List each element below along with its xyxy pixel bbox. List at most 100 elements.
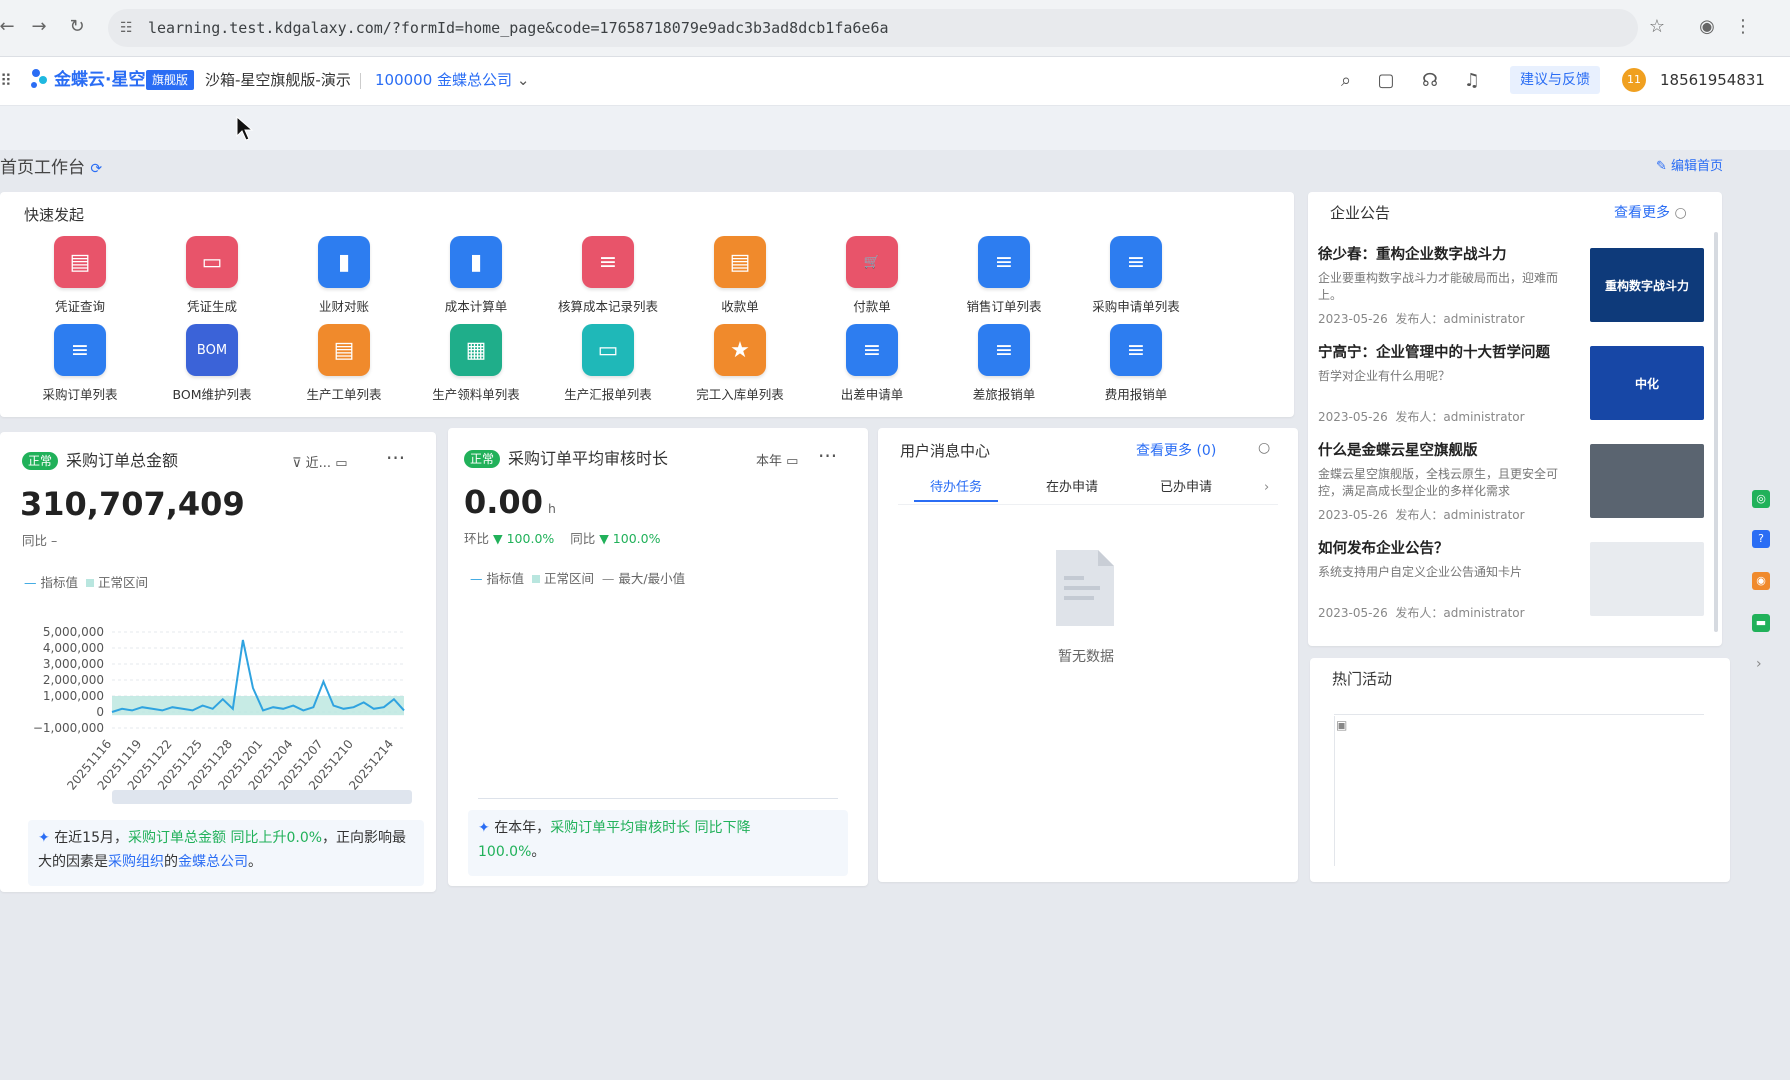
quick-launch-icon: ▮: [318, 236, 370, 288]
view-more-notices[interactable]: 查看更多 ○: [1614, 202, 1687, 222]
quick-launch-icon: ≡: [846, 324, 898, 376]
quick-launch-icon: ▤: [714, 236, 766, 288]
help-icon[interactable]: ?: [1752, 530, 1770, 548]
notice-item[interactable]: 徐少春：重构企业数字战斗力 企业要重构数字战斗力才能破局而出，迎难而上。 2023-…: [1314, 240, 1706, 332]
quick-launch-item[interactable]: ≡ 核算成本记录列表: [548, 236, 668, 320]
avatar[interactable]: 11: [1622, 68, 1646, 92]
quick-launch-item[interactable]: ▤ 凭证查询: [20, 236, 140, 320]
collapse-rail-icon[interactable]: ›: [1756, 656, 1762, 672]
bookmark-star-icon[interactable]: ☆: [1644, 14, 1670, 40]
quick-launch-item[interactable]: ≡ 费用报销单: [1076, 324, 1196, 408]
quick-launch-item[interactable]: ▮ 成本计算单: [416, 236, 536, 320]
quick-launch-item[interactable]: ▭ 生产汇报单列表: [548, 324, 668, 408]
scrollbar[interactable]: [1714, 232, 1718, 632]
quick-launch-item[interactable]: ≡ 出差申请单: [812, 324, 932, 408]
quick-launch-item[interactable]: ≡ 采购申请单列表: [1076, 236, 1196, 320]
edit-home-button[interactable]: ✎ 编辑首页: [1656, 156, 1723, 178]
feedback-button[interactable]: 建议与反馈: [1510, 66, 1600, 94]
insight-metric-link[interactable]: 采购订单总金额: [128, 830, 226, 846]
quick-launch-item[interactable]: ★ 完工入库单列表: [680, 324, 800, 408]
purchase-total-card: 正常 采购订单总金额 ⊽ 近... ▭ ··· 310,707,409 同比 –…: [0, 432, 436, 892]
app-grid-icon[interactable]: ⠿: [0, 71, 12, 90]
metric-filter[interactable]: ⊽ 近... ▭: [292, 452, 348, 471]
notice-item[interactable]: 宁高宁：企业管理中的十大哲学问题 哲学对企业有什么用呢？ 2023-05-26 发布…: [1314, 338, 1706, 430]
quick-launch-icon: ≡: [54, 324, 106, 376]
notice-thumbnail[interactable]: [1590, 444, 1704, 518]
back-icon[interactable]: ←: [0, 14, 20, 40]
forward-icon[interactable]: →: [26, 14, 52, 40]
y-tick-label: 3,000,000: [43, 657, 104, 671]
quick-launch-item[interactable]: ≡ 销售订单列表: [944, 236, 1064, 320]
y-tick-label: 2,000,000: [43, 673, 104, 687]
more-options-icon[interactable]: ···: [386, 446, 405, 470]
empty-document-icon: [1056, 550, 1114, 626]
notice-item-desc: 哲学对企业有什么用呢？: [1318, 369, 1451, 383]
message-icon[interactable]: ▢: [1374, 69, 1398, 93]
org-selector[interactable]: 100000 金蝶总公司 ⌄: [375, 67, 529, 93]
notice-thumbnail[interactable]: [1590, 542, 1704, 616]
legend-band-icon: [85, 579, 94, 587]
view-more-messages[interactable]: 查看更多 (0): [1136, 440, 1216, 460]
notice-date: 2023-05-26: [1318, 508, 1388, 522]
legend-band-icon: [531, 575, 540, 583]
tab-strip: [0, 106, 1790, 150]
insight-prefix: 在本年，: [494, 820, 551, 836]
more-options-icon[interactable]: ···: [818, 444, 837, 468]
address-bar[interactable]: ☷ learning.test.kdgalaxy.com/?formId=hom…: [108, 9, 1638, 47]
legend-normal: 正常区间: [97, 575, 148, 590]
service-icon[interactable]: ☊: [1418, 69, 1442, 93]
mouse-cursor-icon: [236, 116, 254, 141]
notice-date: 2023-05-26: [1318, 606, 1388, 620]
insight-box: ✦ 在本年，采购订单平均审核时长 同比下降 100.0%。: [468, 810, 848, 876]
quick-launch-item[interactable]: ▦ 生产领料单列表: [416, 324, 536, 408]
quick-launch-item[interactable]: ▤ 收款单: [680, 236, 800, 320]
profile-icon[interactable]: ◉: [1694, 14, 1720, 40]
metric-title: 采购订单总金额: [66, 451, 179, 470]
site-settings-icon[interactable]: ☷: [120, 20, 136, 36]
quick-launch-item[interactable]: ▭ 凭证生成: [152, 236, 272, 320]
service-chat-icon[interactable]: ◉: [1752, 572, 1770, 590]
sparkle-icon: ✦: [478, 820, 490, 836]
yoy-value: –: [51, 533, 58, 548]
quick-launch-label: 销售订单列表: [966, 299, 1042, 314]
broken-image-icon: ▣: [1336, 718, 1348, 732]
assistant-icon[interactable]: ◎: [1752, 490, 1770, 508]
quick-launch-label: 收款单: [721, 299, 759, 314]
message-center-card: 用户消息中心 查看更多 (0) ○ 待办任务 在办申请 已办申请 › 暂无数据: [878, 428, 1298, 882]
browser-menu-icon[interactable]: ⋮: [1730, 14, 1756, 40]
bell-icon[interactable]: ♫: [1460, 69, 1484, 93]
notice-thumbnail[interactable]: 重构数字战斗力: [1590, 248, 1704, 322]
quick-launch-item[interactable]: ▤ 生产工单列表: [284, 324, 404, 408]
reload-icon[interactable]: ↻: [64, 14, 90, 40]
notice-item-title[interactable]: 什么是金蝶云星空旗舰版: [1318, 440, 1478, 462]
quick-launch-item[interactable]: ≡ 差旅报销单: [944, 324, 1064, 408]
notice-item[interactable]: 如何发布企业公告？ 系统支持用户自定义企业公告通知卡片 2023-05-26 发布人…: [1314, 534, 1706, 626]
metric-filter[interactable]: 本年 ▭: [756, 450, 798, 469]
quick-launch-item[interactable]: BOM BOM维护列表: [152, 324, 272, 408]
insight-factor-link[interactable]: 采购组织: [108, 854, 164, 870]
quick-launch-item[interactable]: ▮ 业财对账: [284, 236, 404, 320]
insight-metric-link[interactable]: 采购订单平均审核时长: [550, 820, 690, 836]
tab-todo[interactable]: 待办任务: [914, 476, 999, 502]
status-badge: 正常: [464, 450, 501, 468]
notice-date: 2023-05-26: [1318, 312, 1388, 326]
metric-unit: h: [548, 501, 556, 516]
refresh-icon[interactable]: ○: [1258, 440, 1270, 456]
insight-entity-link[interactable]: 金蝶总公司: [178, 854, 248, 870]
notice-item-title[interactable]: 徐少春：重构企业数字战斗力: [1318, 244, 1507, 266]
quick-launch-item[interactable]: ≡ 采购订单列表: [20, 324, 140, 408]
message-bubble-icon[interactable]: ▬: [1752, 614, 1770, 632]
chart-zoom-slider[interactable]: [112, 790, 412, 804]
app-header: ⠿ 金蝶云·星空 旗舰版 沙箱-星空旗舰版-演示 100000 金蝶总公司 ⌄ …: [0, 57, 1790, 106]
notice-item-title[interactable]: 如何发布企业公告？: [1318, 538, 1449, 560]
tab-done[interactable]: 已办申请: [1160, 476, 1212, 500]
notice-item[interactable]: 什么是金蝶云星空旗舰版 金蝶云星空旗舰版，全栈云原生，且更安全可控，满足高成长型企…: [1314, 436, 1706, 528]
notice-thumbnail[interactable]: 中化: [1590, 346, 1704, 420]
chevron-right-icon[interactable]: ›: [1264, 476, 1269, 500]
quick-launch-item[interactable]: 🛒 付款单: [812, 236, 932, 320]
tab-in-progress[interactable]: 在办申请: [1046, 476, 1098, 500]
notice-item-title[interactable]: 宁高宁：企业管理中的十大哲学问题: [1318, 342, 1550, 364]
refresh-icon[interactable]: ⟳: [90, 161, 102, 177]
user-name[interactable]: 18561954831: [1660, 67, 1765, 93]
search-icon[interactable]: ⌕: [1334, 69, 1358, 93]
